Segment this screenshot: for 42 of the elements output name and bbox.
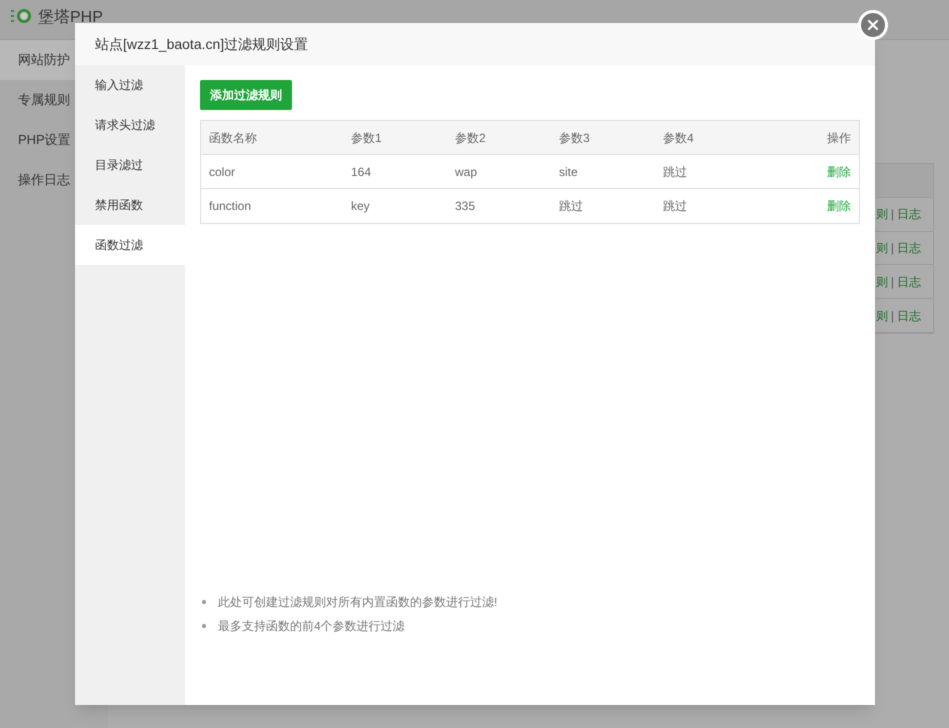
rule-link[interactable]: 则 (876, 272, 888, 291)
rule-link[interactable]: 则 (876, 238, 888, 257)
column-header: 操作 (827, 130, 851, 146)
separator: | (890, 308, 894, 325)
table-cell: 跳过 (663, 199, 687, 213)
app-title: 堡塔PHP (38, 8, 103, 28)
separator: | (890, 240, 894, 257)
table-cell: key (351, 199, 370, 213)
table-cell: function (209, 199, 252, 213)
table-cell: site (559, 164, 578, 178)
column-header: 函数名称 (209, 130, 257, 144)
dialog-tab[interactable]: 目录滤过 (75, 145, 185, 185)
log-link[interactable]: 日志 (897, 306, 921, 325)
close-icon (867, 19, 879, 31)
dialog-tab[interactable]: 禁用函数 (75, 185, 185, 225)
add-rule-button[interactable]: 添加过滤规则 (200, 80, 292, 110)
separator: | (890, 206, 894, 224)
log-link[interactable]: 日志 (897, 272, 921, 291)
rule-link[interactable]: 则 (876, 306, 888, 325)
table-cell: 跳过 (663, 164, 687, 178)
delete-link[interactable]: 删除 (827, 162, 851, 180)
bullet-icon (202, 600, 206, 604)
table-cell: color (209, 164, 236, 178)
table-cell: 164 (351, 164, 372, 178)
column-header: 参数1 (351, 130, 382, 144)
note-text: 最多支持函数的前4个参数进行过滤 (218, 618, 405, 635)
column-header: 参数2 (455, 130, 486, 144)
bullet-icon (202, 624, 206, 628)
dialog-tab[interactable]: 请求头过滤 (75, 105, 185, 145)
column-header: 参数4 (663, 130, 694, 144)
table-cell: 335 (455, 199, 476, 213)
table-cell: wap (455, 164, 478, 178)
log-link[interactable]: 日志 (897, 238, 921, 257)
delete-link[interactable]: 删除 (827, 197, 851, 215)
column-header: 参数3 (559, 130, 590, 144)
logo-icon (10, 6, 32, 26)
rule-link[interactable]: 则 (876, 205, 888, 224)
separator: | (890, 274, 894, 291)
dialog-tab[interactable]: 函数过滤 (75, 225, 185, 265)
note-text: 此处可创建过滤规则对所有内置函数的参数进行过滤! (218, 594, 498, 611)
log-link[interactable]: 日志 (897, 205, 921, 224)
table-cell: 跳过 (559, 199, 583, 213)
